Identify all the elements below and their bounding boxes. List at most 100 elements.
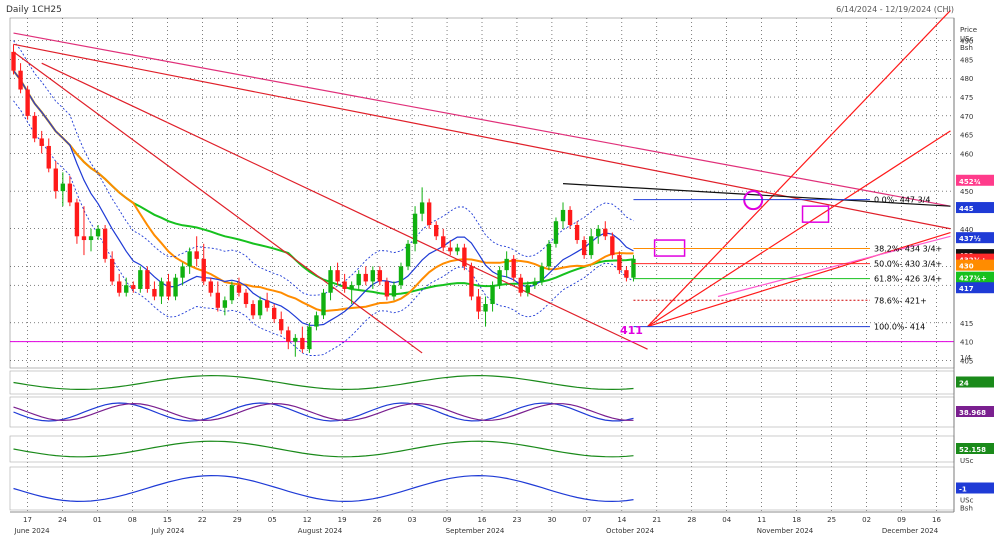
candle-body — [581, 240, 587, 256]
candle-body — [131, 285, 136, 289]
month-label: June 2024 — [13, 527, 50, 535]
candle-body — [60, 183, 66, 192]
candle-body — [271, 307, 277, 320]
candle-body — [11, 51, 16, 71]
price-tick-label: 460 — [960, 150, 973, 158]
candle-body — [229, 285, 235, 301]
price-tick-label: 490 — [960, 38, 973, 46]
chart-title: Daily 1CH25 — [6, 5, 62, 15]
month-label: September 2024 — [446, 527, 505, 535]
month-label: December 2024 — [882, 527, 939, 535]
day-tick-label: 23 — [513, 516, 522, 524]
price-badge-label: 452¾ — [959, 178, 981, 186]
candle-body — [208, 281, 213, 293]
candle-body — [53, 168, 58, 192]
candle-body — [124, 285, 129, 293]
axis-unit-label: Price — [960, 26, 977, 34]
price-tick-label: 410 — [960, 339, 973, 347]
fib-label: 78.6%- 421+ — [874, 296, 927, 305]
candle-body — [243, 292, 249, 305]
candle-body — [539, 266, 545, 282]
candle-body — [95, 228, 101, 237]
candle-body — [589, 236, 594, 256]
month-label: October 2024 — [606, 527, 655, 535]
candle-body — [335, 270, 340, 282]
candle-body — [398, 266, 404, 286]
day-tick-label: 01 — [93, 516, 102, 524]
indicator-unit-label: USc — [960, 497, 974, 505]
price-tick-label: 480 — [960, 75, 973, 83]
fib-label: 61.8%- 426 3/4+ — [874, 275, 942, 284]
candle-body — [469, 266, 474, 297]
chart-background — [0, 0, 994, 536]
candle-body — [328, 270, 333, 293]
fib-label: 38.2%- 434 3/4+ — [874, 245, 942, 254]
candle-body — [603, 228, 608, 237]
price-tick-label: 470 — [960, 113, 973, 121]
candle-body — [610, 236, 615, 256]
candle-body — [567, 209, 573, 225]
candle-body — [138, 270, 143, 289]
candle-body — [391, 285, 397, 297]
candle-body — [525, 285, 530, 293]
candle-body — [159, 281, 164, 297]
day-tick-label: 19 — [338, 516, 347, 524]
candle-body — [441, 236, 446, 248]
price-tick-label: 485 — [960, 56, 973, 64]
price-tick-label: 465 — [960, 132, 973, 140]
day-tick-label: 14 — [617, 516, 626, 524]
day-tick-label: 12 — [303, 516, 312, 524]
candle-body — [384, 281, 390, 297]
candle-body — [187, 251, 192, 267]
candle-body — [518, 277, 523, 293]
price-chart-svg: 0.0%- 447 3/4 38.2%- 434 3/4+ 50.0%- 430 3… — [0, 0, 994, 536]
candle-body — [455, 247, 460, 252]
candle-body — [264, 300, 270, 308]
candle-body — [236, 285, 242, 293]
day-tick-label: 22 — [198, 516, 207, 524]
price-tick-label: 450 — [960, 188, 973, 196]
fib-label: 100.0%- 414 — [874, 323, 925, 332]
day-tick-label: 16 — [932, 516, 941, 524]
candle-body — [342, 281, 347, 289]
low-annotation: 411 — [620, 324, 643, 337]
candle-body — [497, 270, 502, 286]
indicator-unit-label: USc — [960, 457, 974, 465]
day-tick-label: 21 — [652, 516, 661, 524]
month-label: November 2024 — [757, 527, 814, 535]
indicator-unit-label: Bsh — [960, 505, 973, 513]
day-tick-label: 17 — [23, 516, 32, 524]
candle-body — [109, 258, 115, 282]
candle-body — [201, 258, 206, 282]
day-tick-label: 30 — [547, 516, 556, 524]
candle-body — [370, 270, 375, 282]
candle-body — [102, 228, 108, 259]
candle-body — [363, 273, 368, 282]
day-tick-label: 09 — [443, 516, 452, 524]
day-tick-label: 16 — [478, 516, 487, 524]
candle-body — [286, 330, 291, 342]
day-tick-label: 09 — [897, 516, 906, 524]
candle-body — [18, 70, 23, 90]
candle-body — [426, 202, 432, 225]
candle-body — [349, 285, 354, 289]
candle-body — [511, 258, 516, 278]
candle-body — [405, 243, 411, 267]
day-tick-label: 25 — [827, 516, 836, 524]
candle-body — [377, 270, 383, 282]
candle-body — [483, 304, 488, 312]
candle-body — [39, 138, 44, 146]
candle-body — [67, 183, 73, 203]
day-tick-label: 24 — [58, 516, 67, 524]
candle-body — [624, 270, 629, 278]
indicator-badge-label: 52.158 — [959, 446, 986, 454]
candle-body — [152, 288, 157, 297]
candle-body — [145, 270, 150, 289]
day-tick-label: 04 — [722, 516, 731, 524]
candle-body — [631, 258, 636, 278]
day-tick-label: 11 — [757, 516, 766, 524]
candle-body — [553, 221, 559, 244]
candle-body — [574, 224, 580, 241]
chart-window: 0.0%- 447 3/4 38.2%- 434 3/4+ 50.0%- 430 3… — [0, 0, 994, 536]
day-tick-label: 28 — [687, 516, 696, 524]
